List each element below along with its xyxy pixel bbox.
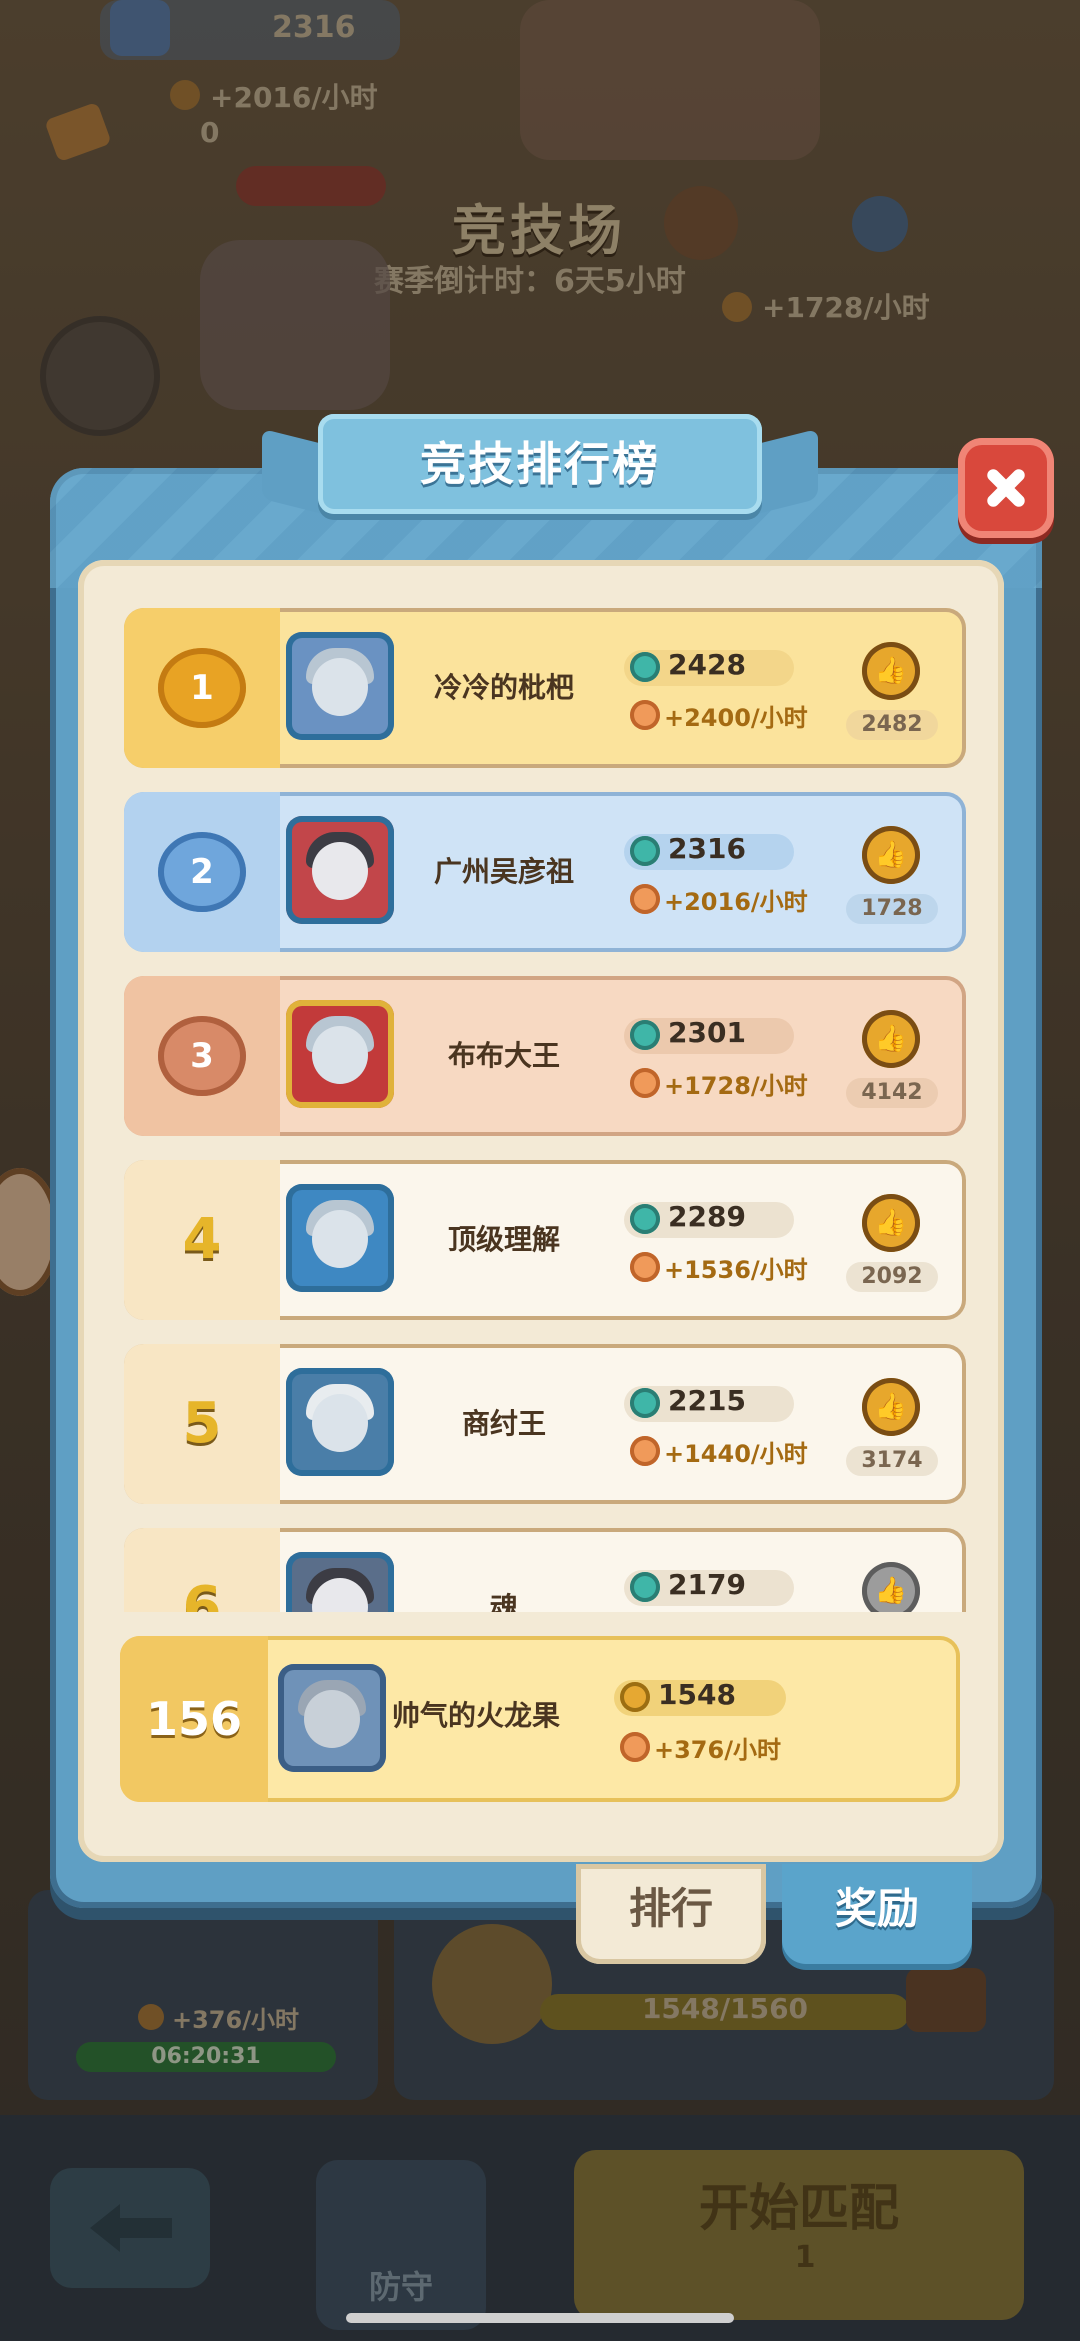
rank-number: 2 (190, 852, 214, 892)
rank-number: 1 (190, 668, 214, 708)
player-avatar[interactable] (286, 816, 394, 924)
like-count: 2482 (846, 710, 938, 740)
player-score: 2428 (668, 648, 746, 681)
close-button[interactable] (958, 438, 1054, 538)
trophy-icon (630, 1020, 660, 1050)
rank-number: 5 (182, 1391, 222, 1456)
player-score: 2215 (668, 1384, 746, 1417)
rank-number: 3 (190, 1036, 214, 1076)
player-avatar[interactable] (286, 632, 394, 740)
player-name: 商纣王 (461, 1407, 546, 1440)
leaderboard-list[interactable]: 1 冷冷的枇杷 2428 +2400/小时 2482 2 广州吴彦祖 2316 … (124, 608, 970, 1612)
player-avatar[interactable] (286, 1184, 394, 1292)
player-score: 2179 (668, 1568, 746, 1601)
player-name: 布布大王 (447, 1039, 560, 1072)
rank-number: 4 (182, 1207, 222, 1272)
leaderboard-row: 6 魂 2179 (124, 1528, 966, 1612)
player-income: +2400/小时 (664, 704, 808, 732)
my-rank-number: 156 (145, 1692, 243, 1746)
thumbs-up-icon[interactable] (862, 642, 920, 700)
like-count: 3174 (846, 1446, 938, 1476)
modal-title: 竞技排行榜 (420, 437, 660, 491)
player-income: +2016/小时 (664, 888, 808, 916)
trophy-icon (630, 1204, 660, 1234)
tab-ranking[interactable]: 排行 (576, 1864, 766, 1964)
player-income: +1440/小时 (664, 1440, 808, 1468)
home-indicator[interactable] (346, 2313, 734, 2323)
player-score: 2301 (668, 1016, 746, 1049)
gold-medal-icon: 1 (158, 648, 246, 728)
thumbs-up-icon[interactable] (862, 826, 920, 884)
thumbs-up-icon[interactable] (862, 1194, 920, 1252)
my-income: +376/小时 (654, 1736, 781, 1764)
trophy-icon (630, 1572, 660, 1602)
my-rank-row: 156 帅气的火龙果 1548 +376/小时 (120, 1636, 960, 1802)
trophy-icon (630, 1388, 660, 1418)
coin-icon (630, 700, 660, 730)
player-name: 广州吴彦祖 (433, 855, 574, 888)
silver-medal-icon: 2 (158, 832, 246, 912)
player-avatar[interactable] (286, 1000, 394, 1108)
coin-icon (630, 1068, 660, 1098)
leaderboard-row: 2 广州吴彦祖 2316 +2016/小时 1728 (124, 792, 966, 952)
player-score: 2289 (668, 1200, 746, 1233)
tab-rewards[interactable]: 奖励 (782, 1864, 972, 1964)
trophy-icon (630, 652, 660, 682)
bronze-medal-icon: 3 (158, 1016, 246, 1096)
thumbs-up-icon[interactable] (862, 1010, 920, 1068)
like-count: 2092 (846, 1262, 938, 1292)
my-avatar[interactable] (278, 1664, 386, 1772)
my-name: 帅气的火龙果 (391, 1699, 560, 1732)
player-income: +1728/小时 (664, 1072, 808, 1100)
player-avatar[interactable] (286, 1552, 394, 1612)
coin-icon (620, 1732, 650, 1762)
rank-number: 6 (182, 1575, 222, 1612)
crown-icon (620, 1682, 650, 1712)
leaderboard-row: 1 冷冷的枇杷 2428 +2400/小时 2482 (124, 608, 966, 768)
like-count: 4142 (846, 1078, 938, 1108)
player-name: 冷冷的枇杷 (433, 671, 574, 704)
leaderboard-row: 5 商纣王 2215 +1440/小时 3174 (124, 1344, 966, 1504)
thumbs-up-icon[interactable] (862, 1562, 920, 1612)
coin-icon (630, 1436, 660, 1466)
player-name: 顶级理解 (447, 1223, 560, 1256)
thumbs-up-icon[interactable] (862, 1378, 920, 1436)
player-score: 2316 (668, 832, 746, 865)
trophy-icon (630, 836, 660, 866)
like-count: 1728 (846, 894, 938, 924)
leaderboard-row: 4 顶级理解 2289 +1536/小时 2092 (124, 1160, 966, 1320)
my-score: 1548 (658, 1678, 736, 1711)
player-income: +1536/小时 (664, 1256, 808, 1284)
player-avatar[interactable] (286, 1368, 394, 1476)
player-name: 魂 (489, 1591, 518, 1612)
coin-icon (630, 1252, 660, 1282)
coin-icon (630, 884, 660, 914)
leaderboard-row: 3 布布大王 2301 +1728/小时 4142 (124, 976, 966, 1136)
